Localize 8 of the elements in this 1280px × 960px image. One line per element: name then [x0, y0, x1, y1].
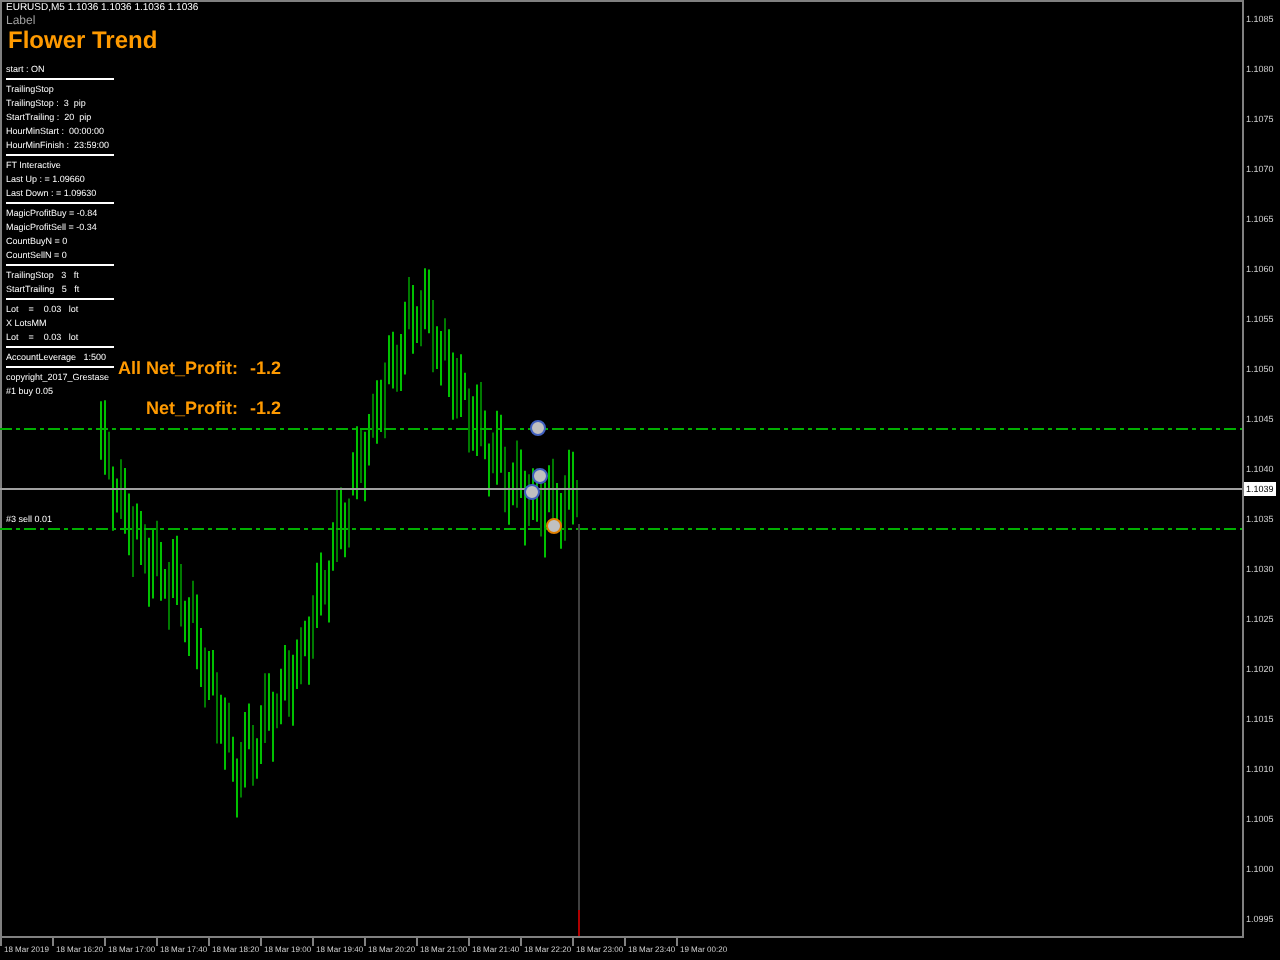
profit-label: All Net_Profit:	[118, 358, 239, 380]
panel-title: Flower Trend	[8, 26, 158, 54]
trade-marker-icon	[546, 518, 562, 534]
profit-label: Net_Profit:	[146, 398, 239, 420]
time-marker	[578, 909, 580, 937]
profit-value: -1.2	[250, 398, 282, 420]
profit-value: -1.2	[250, 358, 282, 380]
trade-marker-icon	[530, 420, 546, 436]
